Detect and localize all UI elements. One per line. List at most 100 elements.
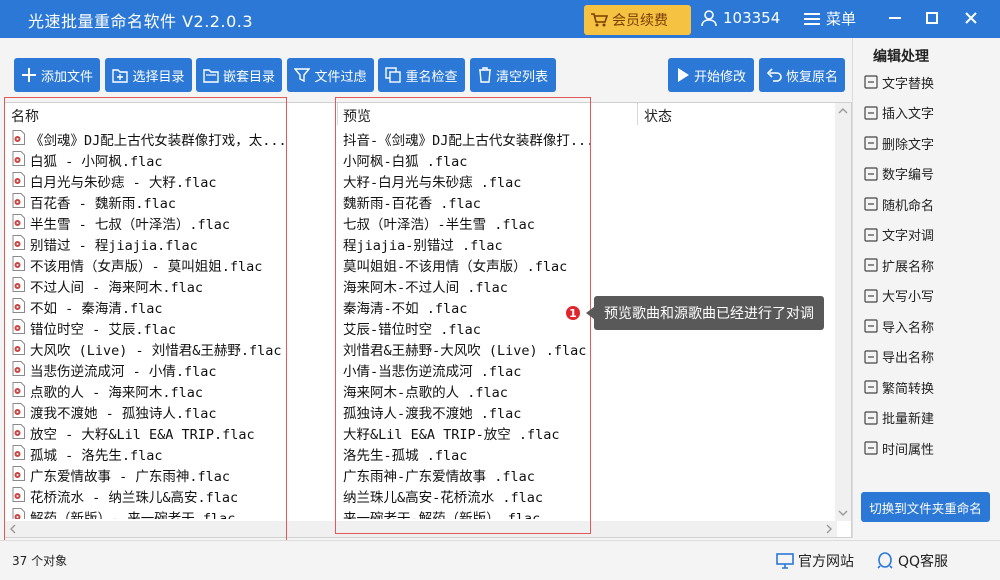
column-header-status[interactable]: 状态 — [644, 106, 672, 126]
qq-label: QQ客服 — [898, 554, 949, 570]
qq-support-link[interactable]: QQ客服 — [876, 551, 948, 571]
sidebar-item-label: 繁简转换 — [882, 381, 935, 397]
sidebar-item-label: 文字替换 — [882, 76, 935, 92]
sidebar-item[interactable]: 大写小写 — [863, 285, 934, 307]
minimize-button[interactable] — [880, 4, 910, 32]
folder-plus-icon — [112, 68, 129, 83]
import-icon — [864, 319, 878, 333]
sidebar-item[interactable]: 繁简转换 — [863, 376, 934, 398]
sidebar-item-label: 删除文字 — [882, 137, 935, 153]
sidebar-item-label: 导入名称 — [882, 320, 935, 336]
app-title: 光速批量重命名软件 V2.2.0.3 — [28, 12, 254, 31]
vip-renew-button[interactable]: 会员续费 — [584, 5, 691, 35]
website-link[interactable]: 官方网站 — [776, 551, 854, 571]
sidebar-item[interactable]: 批量新建 — [863, 407, 934, 429]
sidebar-item[interactable]: 时间属性 — [863, 437, 934, 459]
folder-icon — [203, 68, 219, 83]
preview-column-highlight — [335, 97, 591, 534]
restore-name-button[interactable]: 恢复原名 — [759, 58, 845, 92]
swap-icon — [864, 227, 878, 242]
object-count: 37 个对象 — [12, 554, 68, 568]
start-modify-button[interactable]: 开始修改 — [668, 58, 754, 92]
qq-icon — [877, 552, 893, 569]
dup-check-label: 重名检查 — [405, 69, 458, 85]
name-column-highlight — [4, 97, 287, 547]
nested-dir-button[interactable]: 嵌套目录 — [196, 58, 282, 92]
clock-icon — [864, 441, 878, 455]
delete-text-icon — [864, 136, 878, 150]
select-dir-button[interactable]: 选择目录 — [105, 58, 192, 92]
play-icon — [677, 68, 689, 82]
sidebar-item-label: 文字对调 — [882, 229, 935, 244]
add-file-button[interactable]: 添加文件 — [14, 58, 100, 92]
export-icon — [864, 349, 878, 364]
title-bar: 光速批量重命名软件 V2.2.0.3 会员续费 103354 菜单 — [0, 0, 1000, 38]
extension-icon — [864, 258, 878, 272]
sidebar-title: 编辑处理 — [873, 49, 929, 65]
shuffle-icon — [864, 197, 878, 211]
case-icon — [864, 288, 878, 303]
minimize-icon — [889, 17, 901, 19]
sidebar-item-label: 批量新建 — [882, 412, 935, 427]
trash-icon — [478, 67, 491, 83]
toolbar: 添加文件 选择目录 嵌套目录 文件过虑 重名检查 清空列表 开始修改 恢复原名 — [0, 38, 852, 100]
user-account[interactable]: 103354 — [700, 9, 780, 27]
scroll-up-icon[interactable] — [835, 103, 851, 119]
replace-icon — [864, 75, 878, 89]
number-icon — [864, 166, 878, 181]
sidebar-item[interactable]: 扩展名称 — [863, 254, 934, 276]
user-icon — [701, 10, 717, 27]
sidebar-item[interactable]: 导入名称 — [863, 315, 934, 337]
monitor-icon — [776, 553, 794, 569]
file-filter-label: 文件过虑 — [314, 69, 367, 85]
sidebar-item[interactable]: 导出名称 — [863, 346, 934, 368]
maximize-button[interactable] — [917, 4, 947, 32]
file-filter-button[interactable]: 文件过虑 — [287, 58, 374, 92]
clear-list-button[interactable]: 清空列表 — [470, 58, 556, 92]
restore-name-label: 恢复原名 — [785, 69, 838, 85]
user-id: 103354 — [723, 9, 781, 27]
sidebar-item[interactable]: 文字对调 — [863, 224, 934, 246]
filter-icon — [294, 68, 311, 83]
sidebar-item-label: 数字编号 — [882, 168, 935, 183]
sidebar-item-label: 导出名称 — [882, 351, 935, 366]
sidebar-item[interactable]: 数字编号 — [863, 163, 934, 185]
clear-list-label: 清空列表 — [495, 69, 548, 85]
plus-icon — [21, 68, 36, 82]
nested-dir-label: 嵌套目录 — [222, 69, 275, 85]
insert-text-icon — [864, 105, 878, 120]
menu-label: 菜单 — [826, 10, 857, 28]
duplicate-icon — [385, 67, 402, 83]
start-modify-label: 开始修改 — [693, 69, 746, 85]
annotation-callout: 预览歌曲和源歌曲已经进行了对调 — [594, 296, 824, 330]
convert-icon — [864, 380, 878, 394]
dup-check-button[interactable]: 重名检查 — [378, 58, 465, 92]
vertical-scrollbar[interactable] — [835, 103, 851, 521]
scroll-right-icon[interactable] — [821, 521, 837, 537]
maximize-icon — [926, 12, 938, 24]
sidebar-item-label: 随机命名 — [882, 198, 935, 214]
edit-sidebar: 编辑处理 文字替换插入文字删除文字数字编号随机命名文字对调扩展名称大写小写导入名… — [852, 38, 1000, 538]
sidebar-item[interactable]: 随机命名 — [863, 193, 934, 215]
switch-folder-rename-button[interactable]: 切换到文件夹重命名 — [861, 492, 990, 522]
sidebar-item[interactable]: 文字替换 — [863, 71, 934, 93]
select-dir-label: 选择目录 — [132, 69, 185, 85]
scroll-down-icon[interactable] — [835, 505, 851, 521]
close-icon — [965, 12, 977, 24]
close-button[interactable] — [956, 4, 986, 32]
hamburger-icon — [804, 12, 820, 25]
sidebar-item-label: 大写小写 — [882, 290, 935, 305]
website-label: 官方网站 — [798, 554, 854, 570]
sidebar-item[interactable]: 插入文字 — [863, 102, 934, 124]
annotation-number: 1 — [564, 304, 582, 322]
add-file-label: 添加文件 — [40, 69, 93, 85]
sidebar-item[interactable]: 删除文字 — [863, 132, 934, 154]
menu-button[interactable]: 菜单 — [804, 8, 856, 29]
annotation-arrow — [586, 307, 594, 319]
status-bar: 37 个对象 官方网站 QQ客服 — [0, 540, 1000, 580]
sidebar-item-label: 时间属性 — [882, 442, 935, 458]
cart-icon — [591, 13, 608, 27]
undo-icon — [766, 68, 782, 82]
batch-new-icon — [864, 410, 878, 425]
vip-renew-label: 会员续费 — [612, 13, 668, 29]
